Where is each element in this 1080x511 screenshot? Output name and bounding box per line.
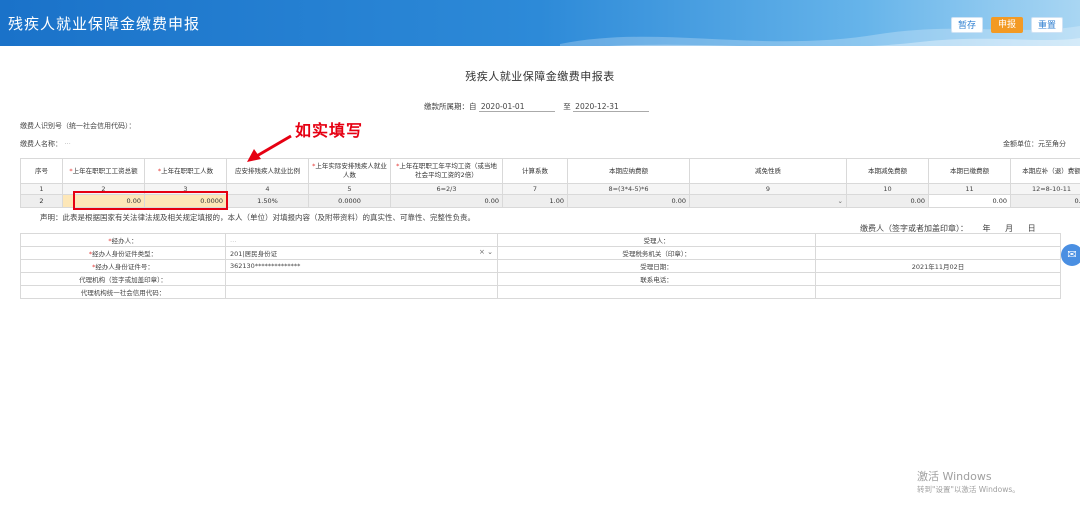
index-cell: 7 (502, 183, 568, 195)
reset-button[interactable]: 重置 (1031, 17, 1063, 33)
period-label: 缴款所属期：自 (424, 102, 477, 111)
taxpayer-name-row: 缴费人名称： ··· (20, 139, 71, 149)
chat-icon[interactable]: ✉ (1061, 244, 1080, 266)
seq-cell: 2 (20, 194, 63, 208)
taxpayer-id-label: 缴费人识别号（统一社会信用代码）： (20, 122, 136, 130)
avg-wage-cell: 0.00 (390, 194, 503, 208)
col-header: *上年在职职工人数 (144, 158, 227, 184)
id-no-label: *经办人身份证件号： (20, 259, 226, 273)
app-header: 残疾人就业保障金缴费申报 暂存 申报 重置 (0, 0, 1080, 46)
receiver-value (815, 233, 1061, 247)
refund-cell: 0.00 (1010, 194, 1080, 208)
paid-input[interactable]: 0.00 (928, 194, 1011, 208)
reduction-type-select[interactable]: ⌄ (689, 194, 847, 208)
col-header: *上年在职职工年平均工资（或当地社会平均工资的2倍） (390, 158, 503, 184)
index-cell: 12=8-10-11 (1010, 183, 1080, 195)
tax-office-label: 受理税务机关（印章）： (497, 246, 816, 260)
phone-label: 联系电话： (497, 272, 816, 286)
info-row: *经办人身份证件类型： 201|居民身份证 × ⌄ 受理税务机关（印章）： (20, 246, 1061, 260)
chevron-down-icon: ⌄ (837, 197, 843, 205)
phone-input[interactable] (815, 272, 1061, 286)
period-to-label: 至 (563, 102, 571, 111)
agent-input[interactable] (225, 272, 498, 286)
annotation-highlight-box (73, 191, 228, 210)
info-row: 代理机构（签字或加盖印章）： 联系电话： (20, 272, 1061, 286)
disabled-count-cell: 0.0000 (308, 194, 391, 208)
index-cell: 9 (689, 183, 847, 195)
col-header: *上年在职职工工资总额 (62, 158, 145, 184)
tax-office-value (815, 246, 1061, 260)
annotation-text: 如实填写 (295, 121, 364, 140)
date-label: 受理日期： (497, 259, 816, 273)
ratio-cell: 1.50% (226, 194, 309, 208)
index-cell: 8=(3*4-5)*6 (567, 183, 690, 195)
id-type-select[interactable]: 201|居民身份证 × ⌄ (225, 246, 498, 260)
submit-button[interactable]: 申报 (991, 17, 1023, 33)
annotation-arrow-icon (247, 134, 292, 162)
agent-code-label: 代理机构统一社会信用代码： (20, 285, 226, 299)
col-header: 本期减免费额 (846, 158, 929, 184)
clear-icon[interactable]: × (479, 248, 485, 256)
index-cell: 10 (846, 183, 929, 195)
col-header: *上年实际安排残疾人就业人数 (308, 158, 391, 184)
table-header-row: 序号 *上年在职职工工资总额 *上年在职职工人数 应安排残疾人就业比例 *上年实… (20, 158, 1080, 184)
handler-label: *经办人： (20, 233, 226, 247)
index-cell: 5 (308, 183, 391, 195)
index-cell: 11 (928, 183, 1011, 195)
save-button[interactable]: 暂存 (951, 17, 983, 33)
app-title: 残疾人就业保障金缴费申报 (8, 15, 201, 33)
index-cell: 4 (226, 183, 309, 195)
index-cell: 1 (20, 183, 63, 195)
period-start-field[interactable]: 2020-01-01 (478, 102, 555, 112)
index-cell: 6=2/3 (390, 183, 503, 195)
col-header: 减免性质 (689, 158, 847, 184)
chevron-down-icon: ⌄ (487, 248, 493, 256)
form-title: 残疾人就业保障金缴费申报表 (465, 70, 615, 83)
unit-label: 金额单位：元至角分 (1003, 140, 1066, 148)
empty-cell (815, 285, 1061, 299)
payable-cell: 0.00 (567, 194, 690, 208)
col-header: 本期应纳费额 (567, 158, 690, 184)
taxpayer-name-label: 缴费人名称： (20, 140, 62, 148)
handler-info-table: *经办人： … 受理人： *经办人身份证件类型： 201|居民身份证 × ⌄ 受理… (20, 233, 1061, 299)
handler-input[interactable]: … (225, 233, 498, 247)
declaration-text: 声明：此表是根据国家有关法律法规及相关规定填报的，本人（单位）对填报内容（及附带… (40, 213, 475, 222)
id-type-label: *经办人身份证件类型： (20, 246, 226, 260)
receiver-label: 受理人： (497, 233, 816, 247)
taxpayer-name-value: ··· (64, 140, 71, 148)
empty-cell (497, 285, 816, 299)
col-header: 计算系数 (502, 158, 568, 184)
col-header: 本期应补（退）费额 (1010, 158, 1080, 184)
date-value: 2021年11月02日 (815, 259, 1061, 273)
id-no-input[interactable]: 362130************** (225, 259, 498, 273)
reduction-amount-cell: 0.00 (846, 194, 929, 208)
activation-watermark-title: 激活 Windows (917, 470, 992, 483)
info-row: *经办人： … 受理人： (20, 233, 1061, 247)
period-end-field[interactable]: 2020-12-31 (573, 102, 650, 112)
coefficient-cell: 1.00 (502, 194, 568, 208)
activation-watermark-hint: 转到"设置"以激活 Windows。 (917, 485, 1020, 494)
info-row: *经办人身份证件号： 362130************** 受理日期： 20… (20, 259, 1061, 273)
info-row: 代理机构统一社会信用代码： (20, 285, 1061, 299)
col-header: 本期已缴费额 (928, 158, 1011, 184)
col-header: 序号 (20, 158, 63, 184)
agent-code-input[interactable] (225, 285, 498, 299)
period-row: 缴款所属期：自 2020-01-01 至 2020-12-31 (424, 101, 650, 112)
agent-label: 代理机构（签字或加盖印章）： (20, 272, 226, 286)
